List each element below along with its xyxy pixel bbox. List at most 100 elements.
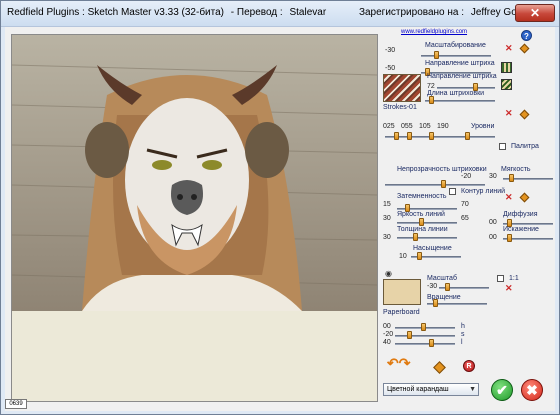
distortion-slider-thumb[interactable] — [507, 234, 512, 242]
preview-canvas[interactable] — [11, 34, 378, 402]
stroke-reset-icon[interactable]: ✕ — [505, 109, 513, 118]
level-thumb-1[interactable] — [394, 132, 399, 140]
stroke-dir2-slider[interactable] — [437, 87, 495, 89]
scale-random-icon[interactable] — [519, 43, 530, 54]
paper-reset-icon[interactable]: ✕ — [505, 284, 513, 293]
close-button[interactable]: ✕ — [515, 4, 555, 22]
title-registered: Зарегистрировано на : — [358, 7, 465, 18]
level-thumb-4[interactable] — [465, 132, 470, 140]
stroke-len-slider[interactable] — [425, 100, 495, 102]
diffusion-value: 00 — [489, 219, 497, 226]
undo-redo-icon[interactable]: ↶↷ — [387, 355, 410, 372]
rotation-slider-thumb[interactable] — [433, 299, 438, 307]
contour-label: Контур линий — [461, 188, 506, 195]
paper-scale-value: -30 — [427, 283, 438, 290]
scale-slider-thumb[interactable] — [434, 51, 439, 59]
palette-checkbox[interactable] — [499, 143, 506, 150]
help-icon[interactable]: ? — [521, 30, 532, 41]
level-value-3: 105 — [419, 123, 431, 130]
scale-slider[interactable] — [421, 55, 491, 57]
line-thickness-slider-thumb[interactable] — [413, 233, 418, 241]
line-brightness-slider-thumb[interactable] — [419, 218, 424, 226]
settings-panel: www.redfieldplugins.com ? -30 Масштабиро… — [381, 27, 557, 411]
level-thumb-3[interactable] — [429, 132, 434, 140]
opacity-value: -20 — [461, 173, 472, 180]
preview-image — [12, 35, 377, 311]
stroke-dir2-label: Направление штриха — [427, 73, 497, 80]
line-brightness-value: 30 — [383, 215, 391, 222]
title-translation: - Перевод : — [230, 7, 283, 18]
reset-button[interactable]: R — [463, 360, 475, 372]
randomize-all-icon[interactable] — [433, 361, 446, 374]
title-translator: Stalevar — [289, 7, 327, 18]
sat-slider[interactable] — [395, 335, 455, 337]
texture-icon-2[interactable] — [501, 79, 512, 90]
contour-random-icon[interactable] — [519, 192, 530, 203]
opacity-slider-thumb[interactable] — [441, 180, 446, 188]
preset-select-value: Цветной карандаш — [387, 386, 449, 393]
saturation-value: 10 — [399, 253, 407, 260]
paper-scale-slider-thumb[interactable] — [445, 283, 450, 291]
distortion-value: 00 — [489, 234, 497, 241]
scale-reset-icon[interactable]: ✕ — [505, 44, 513, 53]
opacity-label: Непрозрачность штриховки — [397, 166, 487, 173]
softness-label: Мягкость — [501, 166, 531, 173]
paper-name: Paperboard — [383, 309, 420, 316]
cancel-button[interactable]: ✖ — [521, 379, 543, 401]
softness-value: 30 — [489, 173, 497, 180]
chevron-down-icon: ▼ — [469, 386, 476, 393]
level-value-1: 025 — [383, 123, 395, 130]
zoom-readout: 0639 — [5, 399, 27, 409]
darkness-value-left: 15 — [383, 201, 391, 208]
line-brightness-value2: 65 — [461, 215, 469, 222]
contour-checkbox[interactable] — [449, 188, 456, 195]
contour-reset-icon[interactable]: ✕ — [505, 193, 513, 202]
line-thickness-value: 30 — [383, 234, 391, 241]
sat-label: s — [461, 331, 465, 338]
scale-value: -30 — [385, 47, 396, 54]
distortion-label: Искажение — [503, 226, 539, 233]
line-thickness-label: Толщина линии — [397, 226, 448, 233]
texture-icon-1[interactable] — [501, 62, 512, 73]
saturation-label: Насыщение — [413, 245, 452, 252]
level-value-2: 055 — [401, 123, 413, 130]
lightness-label: l — [461, 339, 463, 346]
lightness-slider[interactable] — [395, 343, 455, 345]
scale-label: Масштабирование — [425, 42, 486, 49]
website-link[interactable]: www.redfieldplugins.com — [401, 29, 467, 35]
stroke-len-label: Длина штриховки — [427, 90, 485, 97]
level-value-4: 190 — [437, 123, 449, 130]
saturation-hsl-value: -20 — [383, 331, 394, 338]
hue-label: h — [461, 323, 465, 330]
level-thumb-2[interactable] — [407, 132, 412, 140]
line-thickness-slider[interactable] — [397, 237, 457, 239]
stroke-random-icon[interactable] — [519, 109, 530, 120]
hue-slider-thumb[interactable] — [421, 323, 426, 331]
plugin-window: Redfield Plugins : Sketch Master v3.33 (… — [0, 0, 560, 415]
lightness-slider-thumb[interactable] — [429, 339, 434, 347]
stroke-preset-label: Strokes-01 — [383, 104, 417, 111]
levels-label: Уровни — [471, 123, 495, 130]
opacity-slider[interactable] — [385, 184, 485, 186]
levels-slider[interactable] — [385, 136, 495, 138]
softness-slider-thumb[interactable] — [509, 174, 514, 182]
diffusion-label: Диффузия — [503, 211, 538, 218]
eye-icon[interactable]: ◉ — [385, 269, 392, 278]
paper-texture-swatch[interactable] — [383, 279, 421, 305]
ok-button[interactable]: ✔ — [491, 379, 513, 401]
saturation-slider-thumb[interactable] — [417, 252, 422, 260]
preset-select[interactable]: Цветной карандаш ▼ — [383, 383, 479, 396]
title-bar: Redfield Plugins : Sketch Master v3.33 (… — [1, 1, 559, 27]
line-brightness-slider[interactable] — [397, 222, 457, 224]
stroke-len-slider-thumb[interactable] — [429, 96, 434, 104]
paper-scale-label: Масштаб — [427, 275, 457, 282]
stroke-dir1-label: Направление штриха — [425, 60, 495, 67]
ratio-checkbox[interactable] — [497, 275, 504, 282]
line-brightness-label: Яркость линий — [397, 211, 445, 218]
hue-value: 00 — [383, 323, 391, 330]
sat-slider-thumb[interactable] — [407, 331, 412, 339]
darkness-label: Затемненность — [397, 193, 447, 200]
title-app: Redfield Plugins : Sketch Master v3.33 (… — [7, 7, 224, 18]
stroke-preview-swatch[interactable] — [383, 74, 421, 102]
lightness-value: 40 — [383, 339, 391, 346]
